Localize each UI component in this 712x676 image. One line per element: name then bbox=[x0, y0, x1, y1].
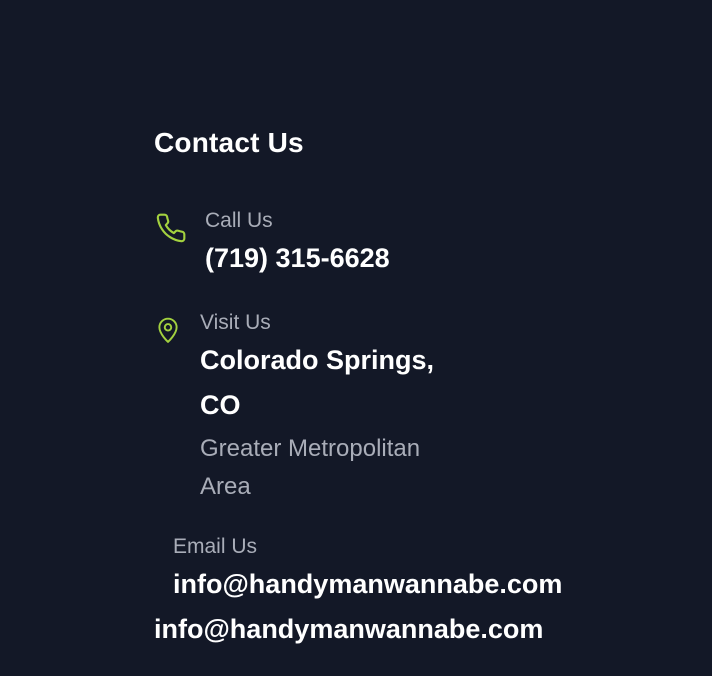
phone-icon bbox=[156, 213, 186, 243]
area-subtext-line-1: Greater Metropolitan bbox=[200, 435, 421, 462]
phone-number-link[interactable]: (719) 315-6628 bbox=[205, 243, 390, 274]
footer-email-link[interactable]: info@handymanwannabe.com bbox=[154, 614, 543, 645]
call-us-label: Call Us bbox=[205, 209, 273, 232]
contact-section: Contact Us Call Us (719) 315-6628 Visit … bbox=[0, 0, 712, 676]
city-line-2: CO bbox=[200, 390, 241, 420]
contact-heading: Contact Us bbox=[154, 127, 304, 158]
visit-us-label: Visit Us bbox=[200, 311, 271, 334]
email-us-label: Email Us bbox=[173, 535, 258, 558]
email-link[interactable]: info@handymanwannabe.com bbox=[173, 569, 562, 600]
map-pin-icon bbox=[158, 317, 178, 343]
city-line-1: Colorado Springs, bbox=[200, 345, 435, 375]
area-subtext-line-2: Area bbox=[200, 473, 251, 500]
